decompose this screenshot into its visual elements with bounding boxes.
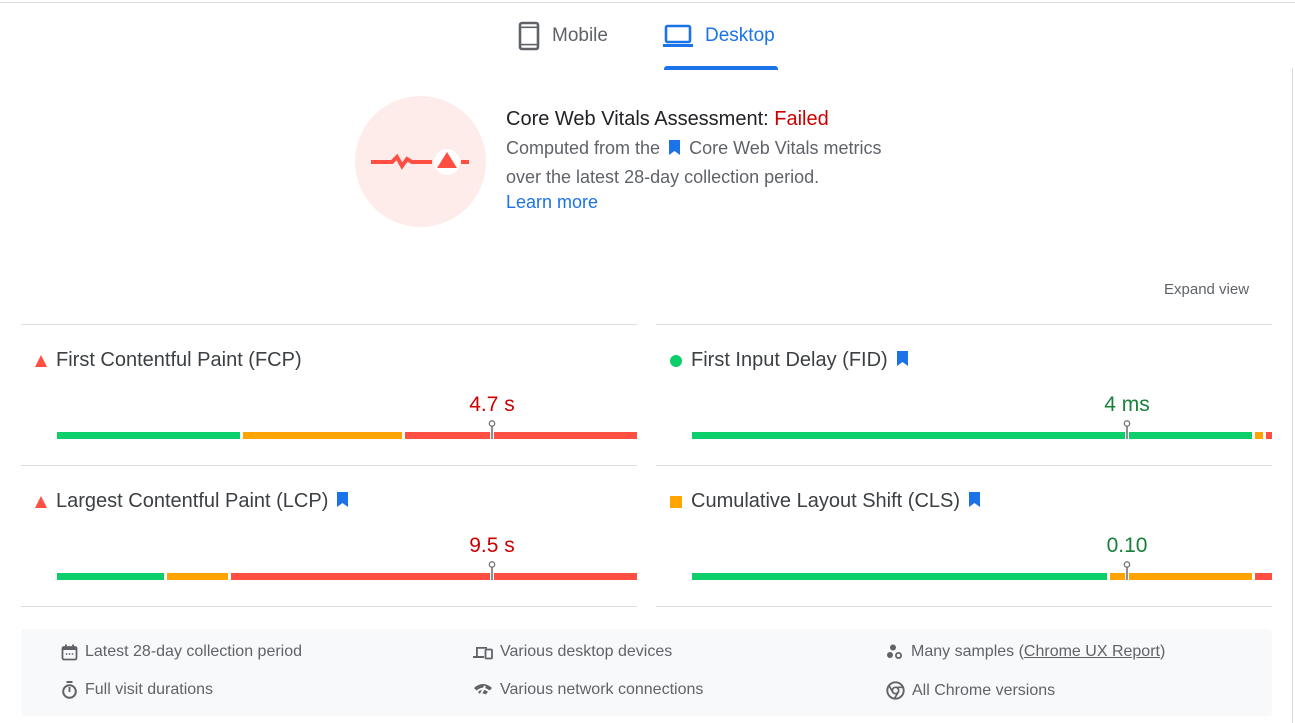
metric-title: Cumulative Layout Shift (CLS) [670,490,981,513]
footer-item-network: Various network connections [473,681,703,699]
metric-title: First Input Delay (FID) [670,349,908,372]
assessment-title: Core Web Vitals Assessment: Failed [506,106,946,132]
metric-name: First Contentful Paint (FCP) [56,349,302,371]
footer-item-samples: Many samples (Chrome UX Report) [886,643,1165,661]
learn-more-link[interactable]: Learn more [506,189,598,215]
metric-value: 4 ms [1104,393,1150,416]
footer-label: Various network connections [500,681,704,698]
metric-value: 9.5 s [469,534,515,557]
assessment-status: Failed [774,108,829,130]
distribution-bar [57,420,637,439]
footer-label-prefix: Many samples ( [911,643,1024,660]
divider [21,606,637,607]
bookmark-icon [669,135,681,163]
bookmark-icon [896,349,908,372]
footer-label: Latest 28-day collection period [85,643,303,660]
footer-label: Many samples (Chrome UX Report) [911,643,1165,661]
desc-prefix: Computed from the [506,138,661,158]
tab-mobile[interactable]: Mobile [518,3,608,69]
device-tabs: Mobile Desktop [0,3,1295,70]
metric-value: 4.7 s [469,393,515,416]
bar-segment-poor [1266,432,1272,439]
assessment-failed-icon [355,96,486,227]
poor-triangle-icon [35,495,47,508]
bar-segment-poor [405,432,637,439]
percentile-marker [1123,420,1131,439]
bar-segment-good [692,432,1252,439]
chrome-icon [886,681,912,700]
metric-cls[interactable]: Cumulative Layout Shift (CLS) 0.10 [656,465,1272,606]
tab-desktop-label: Desktop [705,25,775,46]
bar-segment-good [692,573,1107,580]
laptop-icon [663,24,693,48]
metric-name: Largest Contentful Paint (LCP) [56,490,329,512]
tab-mobile-label: Mobile [552,25,608,46]
percentile-marker [488,561,496,580]
bar-segment-poor [231,573,637,580]
assessment-summary: Core Web Vitals Assessment: Failed Compu… [506,106,946,215]
smartphone-icon [518,21,540,51]
data-source-panel: Latest 28-day collection period Various … [21,629,1272,716]
metric-value: 0.10 [1106,534,1148,557]
metric-name: Cumulative Layout Shift (CLS) [691,490,961,512]
distribution-bar [692,561,1272,580]
assessment-title-text: Core Web Vitals Assessment: [506,108,775,130]
divider [656,606,1272,607]
active-tab-indicator [664,66,778,70]
metric-fcp[interactable]: First Contentful Paint (FCP) 4.7 s [21,324,637,465]
footer-item-devices: Various desktop devices [473,643,672,661]
distribution-bar [692,420,1272,439]
metric-lcp[interactable]: Largest Contentful Paint (LCP) 9.5 s [21,465,637,606]
footer-label: All Chrome versions [912,681,1056,699]
chrome-ux-report-link[interactable]: Chrome UX Report [1024,643,1160,660]
footer-label-suffix: ) [1159,643,1166,660]
metric-fid[interactable]: First Input Delay (FID) 4 ms [656,324,1272,465]
percentile-marker [488,420,496,439]
footer-item-period: Latest 28-day collection period [61,643,302,661]
core-web-vitals-link[interactable]: Core Web Vitals metrics [689,138,881,158]
footer-item-chrome: All Chrome versions [886,681,1055,700]
bar-segment-needs-improvement [1254,432,1264,439]
percentile-marker [1123,561,1131,580]
desc-suffix: over the latest 28-day collection period… [506,167,820,187]
assessment-description: Computed from the Core Web Vitals metric… [506,134,946,191]
bar-segment-needs-improvement [167,573,228,580]
footer-label: Full visit durations [85,681,214,698]
bookmark-icon [969,490,981,513]
bar-segment-needs-improvement [242,432,402,439]
devices-icon [473,644,500,661]
bar-segment-good [57,432,240,439]
scrollbar-track[interactable] [1292,68,1293,723]
tab-desktop[interactable]: Desktop [663,3,775,69]
expand-view-button[interactable]: Expand view [1164,281,1249,298]
distribution-bar [57,561,637,580]
footer-label: Various desktop devices [500,643,673,660]
good-circle-icon [670,354,682,367]
footer-item-durations: Full visit durations [61,681,213,699]
poor-triangle-icon [35,354,47,367]
metric-title: Largest Contentful Paint (LCP) [35,490,349,513]
timer-icon [61,681,85,699]
average-square-icon [670,495,682,508]
calendar-icon [61,644,85,661]
metric-name: First Input Delay (FID) [691,349,888,371]
samples-icon [886,644,911,661]
network-icon [473,682,500,699]
bookmark-icon [337,490,349,513]
metric-title: First Contentful Paint (FCP) [35,349,302,372]
bar-segment-good [57,573,165,580]
bar-segment-poor [1254,573,1272,580]
